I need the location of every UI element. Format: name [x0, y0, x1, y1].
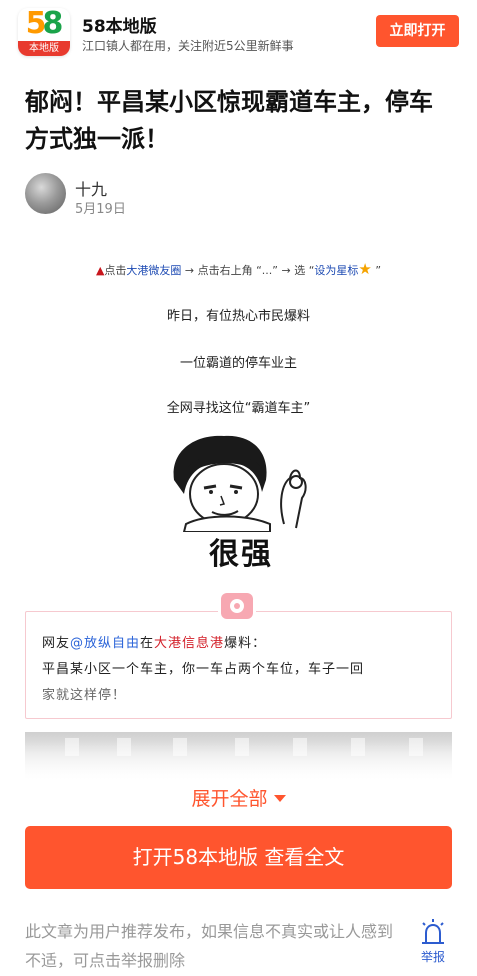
quote-line-1: 网友@放纵自由在大港信息港爆料：: [42, 632, 266, 651]
app-banner: 58 本地版 58本地版 江口镇人都在用，关注附近5公里新鲜事 立即打开: [0, 0, 477, 62]
author-name[interactable]: 十九: [75, 176, 107, 200]
alarm-icon: [422, 919, 444, 944]
disclaimer-text: 此文章为用户推荐发布，如果信息不真实或让人感到不适，可点击举报删除: [25, 922, 394, 970]
account-link[interactable]: 大港微友圈: [126, 264, 181, 277]
quote-line-2: 平昌某小区一个车主，你一车占两个车位，车子一回: [42, 662, 365, 677]
follow-tip: ▲点击大港微友圈 → 点击右上角 “...” → 选 “设为星标★ ”: [0, 260, 477, 278]
meme-face-illustration: [173, 435, 307, 533]
quote-source: 大港信息港: [154, 636, 225, 651]
publish-date: 5月19日: [75, 202, 126, 217]
camera-icon: [218, 591, 256, 621]
logo-number: 58: [25, 8, 64, 41]
quote-suffix: 爆料：: [224, 636, 267, 651]
article-title: 郁闷！平昌某小区惊现霸道车主，停车方式独一派！: [25, 88, 433, 153]
expand-all-button[interactable]: 展开全部: [0, 784, 477, 811]
follow-tip-text-3: ”: [371, 264, 382, 277]
star-icon: ★: [358, 260, 372, 278]
quote-line-3: 家就这样停！: [42, 688, 127, 703]
meme-image[interactable]: 很强: [166, 432, 316, 572]
quote-prefix: 网友: [42, 636, 71, 651]
app-logo[interactable]: 58 本地版: [18, 8, 70, 56]
star-setting-link[interactable]: 设为星标: [314, 264, 358, 277]
report-label: 举报: [420, 950, 445, 964]
meme-caption: 很强: [209, 537, 273, 572]
expand-label: 展开全部: [191, 788, 268, 810]
quote-box: 网友@放纵自由在大港信息港爆料： 平昌某小区一个车主，你一车占两个车位，车子一回…: [25, 611, 452, 719]
paragraph: 一位霸道的停车业主: [179, 356, 297, 371]
paragraph: 昨日，有位热心市民爆料: [166, 309, 310, 324]
paragraph: 全网寻找这位“霸道车主”: [166, 401, 311, 416]
open-full-article-button[interactable]: 打开58本地版 查看全文: [25, 826, 452, 889]
follow-tip-text-1: 点击: [104, 264, 127, 277]
caret-down-icon: [273, 795, 286, 802]
open-app-button[interactable]: 立即打开: [376, 15, 459, 47]
app-name: 58本地版: [82, 17, 157, 37]
follow-tip-text-2: → 点击右上角 “...” → 选 “: [181, 264, 315, 277]
quote-user-link[interactable]: @放纵自由: [70, 636, 140, 651]
logo-ribbon: 本地版: [18, 41, 70, 56]
report-button[interactable]: 举报: [416, 918, 450, 968]
app-subtitle: 江口镇人都在用，关注附近5公里新鲜事: [82, 39, 294, 53]
quote-mid: 在: [140, 636, 155, 651]
avatar[interactable]: [25, 173, 66, 214]
